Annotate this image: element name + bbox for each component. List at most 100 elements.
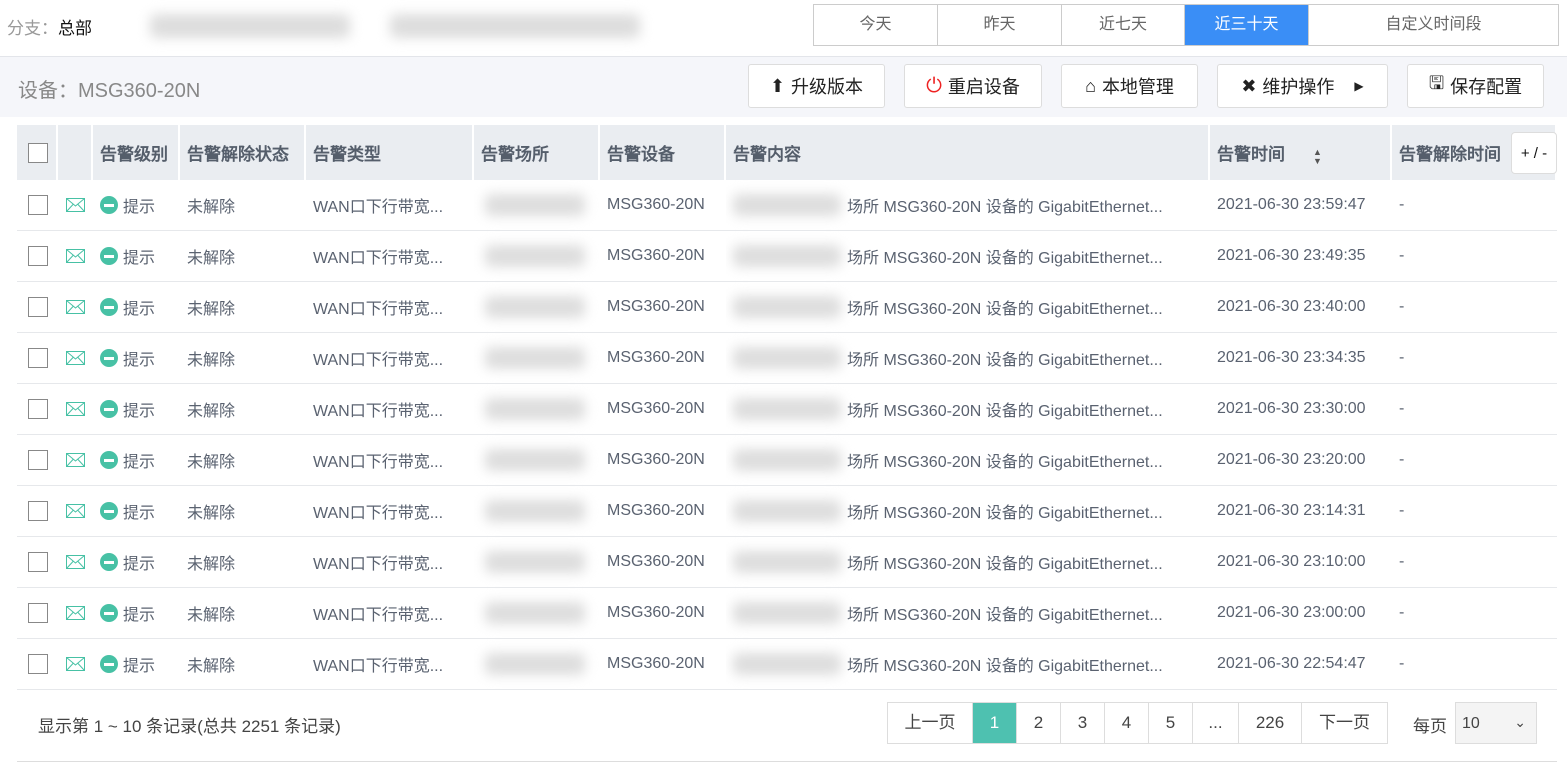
time-cell: 2021-06-30 23:59:47 [1217,196,1366,213]
clear-cell: - [1399,298,1405,315]
row-checkbox[interactable] [28,603,48,623]
level-cell: 提示 [93,384,180,434]
row-select-cell [17,486,58,536]
table-row: 提示 未解除 WAN口下行带宽... MSG360-20N 场所 MSG360-20N … [17,588,1557,639]
row-checkbox[interactable] [28,399,48,419]
time-cell: 2021-06-30 23:40:00 [1217,298,1366,315]
minus-circle-icon [100,502,118,520]
prev-page-button[interactable]: 上一页 [888,703,973,743]
save-config-button[interactable]: 🖫 保存配置 [1407,64,1544,108]
type-cell: WAN口下行带宽... [313,301,444,318]
branch-label: 分支：总部 [7,14,92,39]
wrench-icon: ✖ [1241,75,1257,96]
status-cell: 未解除 [187,199,236,216]
content-cell: 场所 MSG360-20N 设备的 GigabitEthernet... [726,588,1210,638]
minus-circle-icon [100,655,118,673]
table-row: 提示 未解除 WAN口下行带宽... MSG360-20N 场所 MSG360-20N … [17,333,1557,384]
maintain-button[interactable]: ✖ 维护操作 ▶ [1217,64,1388,108]
page-button[interactable]: 1 [973,703,1017,743]
row-checkbox[interactable] [28,552,48,572]
envelope-icon[interactable] [66,402,85,416]
column-header-label: 告警场所 [481,145,549,164]
envelope-icon[interactable] [66,504,85,518]
page-button[interactable]: ... [1193,703,1239,743]
envelope-icon[interactable] [66,249,85,263]
blurred-place [733,449,841,471]
status-cell: 未解除 [187,556,236,573]
column-header-label: 告警解除状态 [187,145,289,164]
row-checkbox[interactable] [28,348,48,368]
place-cell [474,588,600,638]
envelope-icon[interactable] [66,555,85,569]
status-cell: 未解除 [187,607,236,624]
time-cell: 2021-06-30 23:00:00 [1217,604,1366,621]
envelope-icon[interactable] [66,300,85,314]
local-manage-button[interactable]: ⌂ 本地管理 [1061,64,1198,108]
page-button[interactable]: 226 [1239,703,1302,743]
table-row: 提示 未解除 WAN口下行带宽... MSG360-20N 场所 MSG360-20N … [17,231,1557,282]
date-tab[interactable]: 昨天 [938,5,1062,45]
next-page-button[interactable]: 下一页 [1302,703,1387,743]
date-tab[interactable]: 近三十天 [1185,5,1309,45]
upgrade-button[interactable]: ⬆ 升级版本 [748,64,885,108]
column-header: 告警内容 [726,125,1210,180]
clear-cell: - [1399,451,1405,468]
sort-icon[interactable]: ▲ ▼ [1285,140,1322,166]
place-cell [474,333,600,383]
page-button[interactable]: 5 [1149,703,1193,743]
level-text: 提示 [123,250,156,267]
row-checkbox[interactable] [28,450,48,470]
clear-cell: - [1399,247,1405,264]
status-cell: 未解除 [187,250,236,267]
blurred-place [733,296,841,318]
content-cell: 场所 MSG360-20N 设备的 GigabitEthernet... [726,282,1210,332]
header-icon-cell [58,125,93,180]
blurred-place [733,602,841,624]
status-cell: 未解除 [187,301,236,318]
reboot-button[interactable]: ⏻ 重启设备 [904,64,1042,108]
level-cell: 提示 [93,537,180,587]
blurred-place [485,245,585,267]
blurred-place [733,551,841,573]
blurred-place [733,653,841,675]
envelope-icon[interactable] [66,198,85,212]
page-button[interactable]: 2 [1017,703,1061,743]
column-header[interactable]: 告警时间 ▲ ▼ [1210,125,1392,180]
row-checkbox[interactable] [28,654,48,674]
column-header-label: 告警内容 [733,145,801,164]
table-row: 提示 未解除 WAN口下行带宽... MSG360-20N 场所 MSG360-20N … [17,537,1557,588]
device-cell: MSG360-20N [607,604,705,621]
mail-cell [58,537,93,587]
chevron-down-icon: ⌄ [1514,714,1526,730]
envelope-icon[interactable] [66,351,85,365]
place-cell [474,639,600,689]
mail-cell [58,435,93,485]
page-button[interactable]: 3 [1061,703,1105,743]
blurred-selector[interactable] [150,14,350,38]
content-cell: 场所 MSG360-20N 设备的 GigabitEthernet... [726,435,1210,485]
row-checkbox[interactable] [28,501,48,521]
envelope-icon[interactable] [66,606,85,620]
type-cell: WAN口下行带宽... [313,505,444,522]
blurred-selector[interactable] [390,14,640,38]
per-page-select[interactable]: 10 ⌄ [1455,702,1537,744]
column-header: 告警设备 [600,125,726,180]
envelope-icon[interactable] [66,657,85,671]
content-cell: 场所 MSG360-20N 设备的 GigabitEthernet... [726,537,1210,587]
time-cell: 2021-06-30 23:20:00 [1217,451,1366,468]
envelope-icon[interactable] [66,453,85,467]
date-tab[interactable]: 今天 [814,5,938,45]
device-cell: MSG360-20N [607,502,705,519]
content-text: 场所 MSG360-20N 设备的 GigabitEthernet... [847,556,1163,573]
clear-cell: - [1399,553,1405,570]
select-all-checkbox[interactable] [28,142,48,163]
row-checkbox[interactable] [28,195,48,215]
mail-cell [58,180,93,230]
date-tab[interactable]: 近七天 [1062,5,1185,45]
date-tab[interactable]: 自定义时间段 [1309,5,1558,45]
page-button[interactable]: 4 [1105,703,1149,743]
content-text: 场所 MSG360-20N 设备的 GigabitEthernet... [847,250,1163,267]
column-toggle-button[interactable]: + / - [1511,132,1557,174]
row-checkbox[interactable] [28,297,48,317]
row-checkbox[interactable] [28,246,48,266]
